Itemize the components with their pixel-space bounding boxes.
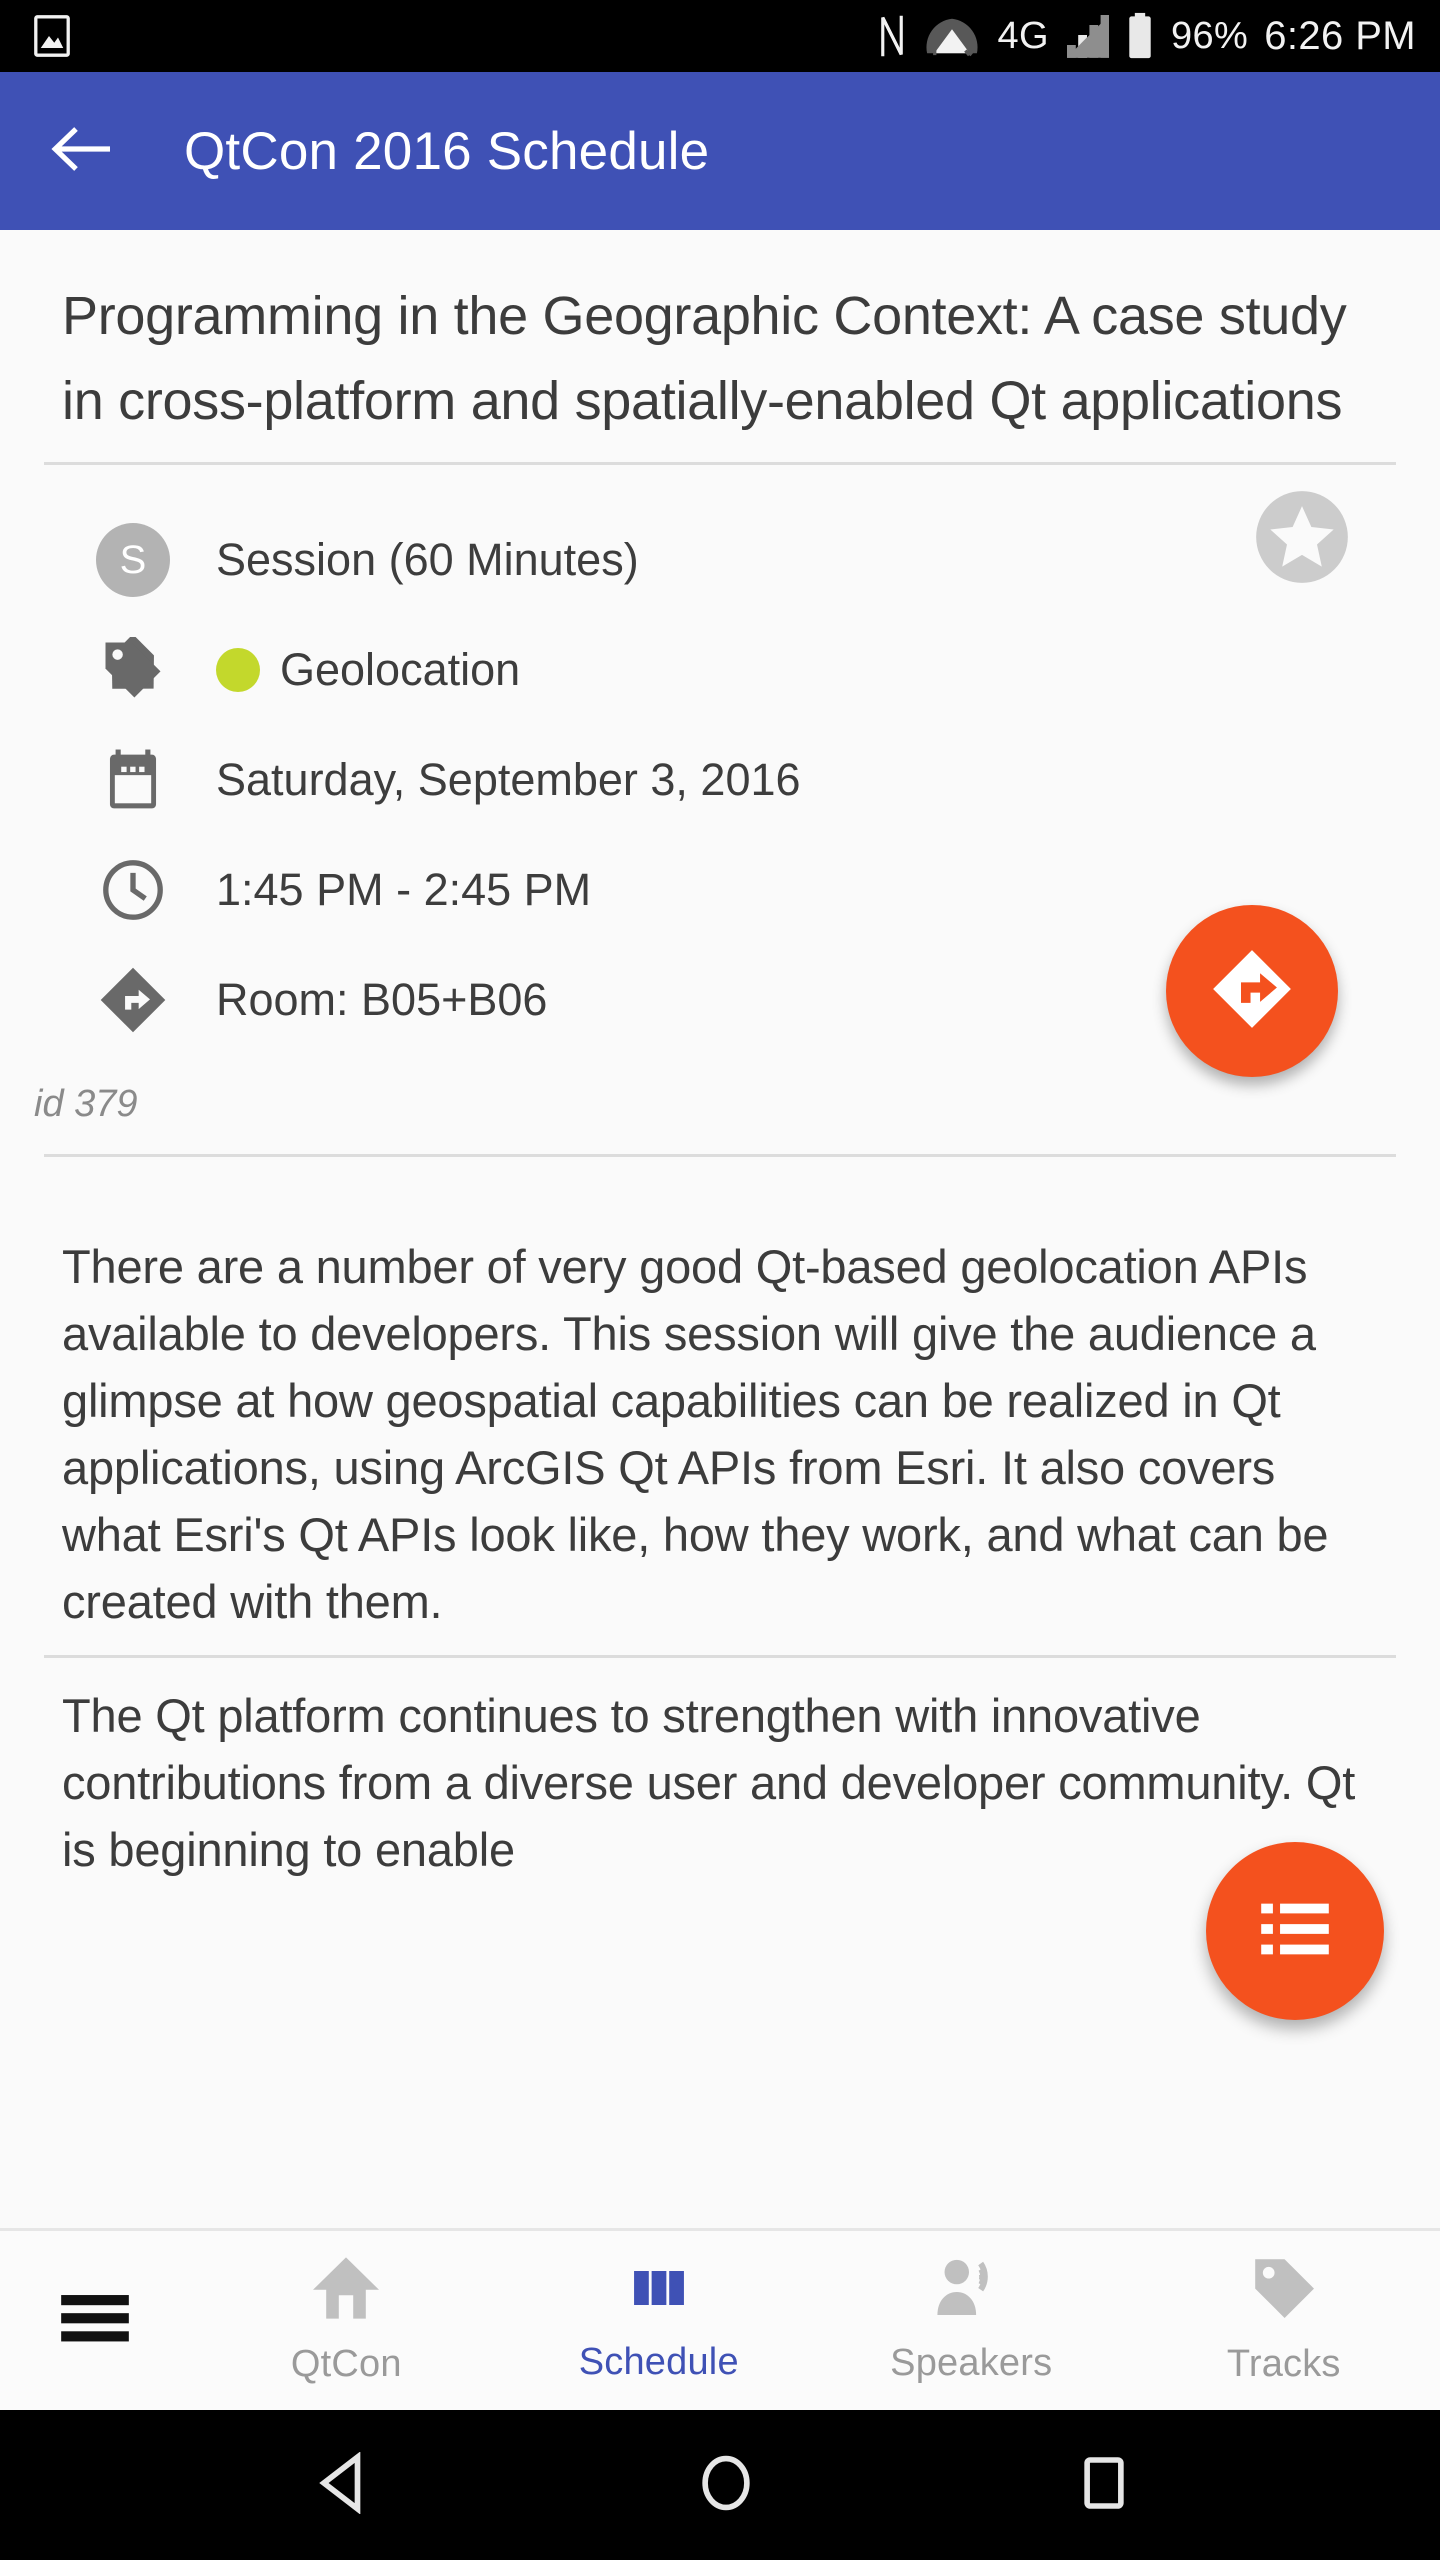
app-bar: QtCon 2016 Schedule — [0, 72, 1440, 230]
session-type-label: Session (60 Minutes) — [216, 534, 639, 585]
track-color-dot — [216, 648, 260, 692]
track-chip: Geolocation — [216, 644, 520, 696]
nav-label-qtcon: QtCon — [290, 2342, 402, 2385]
nav-recents-button[interactable] — [1081, 2452, 1127, 2519]
hamburger-menu-button[interactable] — [0, 2289, 190, 2352]
session-detail-content: Programming in the Geographic Context: A… — [0, 230, 1440, 2228]
session-description: There are a number of very good Qt-based… — [0, 1157, 1440, 1903]
schedule-bars-icon — [625, 2254, 693, 2327]
clock-label: 6:26 PM — [1264, 13, 1416, 58]
favorite-toggle-button[interactable] — [1252, 487, 1352, 587]
speaker-person-icon — [934, 2253, 1008, 2328]
nav-item-schedule[interactable]: Schedule — [503, 2252, 816, 2390]
back-button[interactable] — [34, 103, 130, 199]
home-icon — [310, 2252, 382, 2329]
session-title: Programming in the Geographic Context: A… — [62, 286, 1347, 431]
page-title: QtCon 2016 Schedule — [184, 121, 710, 181]
back-arrow-icon — [50, 123, 114, 180]
track-label: Geolocation — [280, 644, 521, 695]
nfc-icon — [877, 12, 907, 60]
wifi-icon — [923, 13, 981, 59]
image-icon — [34, 15, 70, 57]
description-paragraph-2: The Qt platform continues to strengthen … — [62, 1689, 1356, 1876]
status-bar: 4G 96% 6:26 PM — [0, 0, 1440, 72]
nav-item-qtcon[interactable]: QtCon — [190, 2252, 503, 2390]
nav-label-speakers: Speakers — [890, 2341, 1053, 2384]
session-type-initial: S — [96, 523, 170, 597]
nav-home-circle-icon — [698, 2452, 754, 2519]
meta-row-track: Geolocation — [0, 615, 1440, 725]
nav-back-button[interactable] — [313, 2450, 371, 2519]
session-meta: S Session (60 Minutes) Geolocation Satur… — [0, 465, 1440, 1077]
app-root: 4G 96% 6:26 PM QtCon 2016 Schedule Progr… — [0, 0, 1440, 2560]
session-room-label: Room: B05+B06 — [216, 974, 548, 1025]
clock-icon — [96, 858, 170, 922]
list-icon — [1256, 1890, 1334, 1973]
list-fab-button[interactable] — [1206, 1842, 1384, 2020]
nav-recents-square-icon — [1081, 2452, 1127, 2519]
session-time-label: 1:45 PM - 2:45 PM — [216, 864, 592, 915]
tag-icon — [1248, 2252, 1320, 2329]
session-type-badge-icon: S — [96, 523, 170, 597]
nav-item-speakers[interactable]: Speakers — [815, 2252, 1128, 2390]
hamburger-menu-icon — [58, 2289, 132, 2352]
description-paragraph-1: There are a number of very good Qt-based… — [62, 1240, 1329, 1628]
nav-label-schedule: Schedule — [578, 2340, 739, 2383]
nav-back-triangle-icon — [313, 2450, 371, 2519]
battery-icon — [1125, 12, 1155, 60]
signal-icon — [1065, 13, 1109, 59]
directions-icon — [96, 966, 170, 1034]
status-bar-left — [34, 15, 70, 57]
bottom-nav-items: QtCon Schedule Speakers Tracks — [190, 2252, 1440, 2390]
network-type-label: 4G — [997, 14, 1049, 57]
meta-row-type: S Session (60 Minutes) — [0, 505, 1440, 615]
bottom-navigation: QtCon Schedule Speakers Tracks — [0, 2228, 1440, 2410]
meta-row-date: Saturday, September 3, 2016 — [0, 725, 1440, 835]
nav-label-tracks: Tracks — [1226, 2342, 1341, 2385]
nav-home-button[interactable] — [698, 2452, 754, 2519]
directions-fab-button[interactable] — [1166, 905, 1338, 1077]
session-date-label: Saturday, September 3, 2016 — [216, 754, 801, 805]
nav-item-tracks[interactable]: Tracks — [1128, 2252, 1440, 2390]
star-circle-icon — [1252, 491, 1352, 591]
battery-percent-label: 96% — [1170, 14, 1249, 57]
tag-icon — [96, 637, 170, 703]
directions-icon — [1208, 945, 1296, 1038]
status-bar-right: 4G 96% 6:26 PM — [877, 12, 1416, 60]
android-navigation-bar — [0, 2410, 1440, 2560]
calendar-icon — [96, 748, 170, 812]
